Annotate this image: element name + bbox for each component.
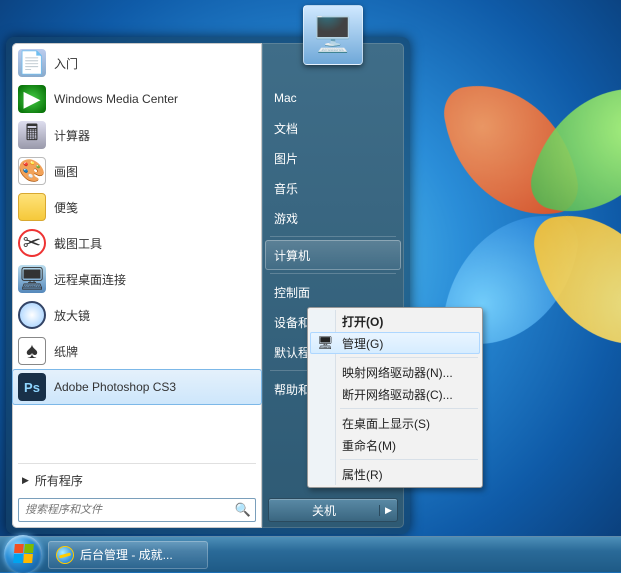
sticky-notes-icon xyxy=(18,193,46,221)
program-label: 远程桌面连接 xyxy=(54,271,126,288)
program-item-calculator[interactable]: 🖩 计算器 xyxy=(12,117,262,153)
ctx-properties[interactable]: 属性(R) xyxy=(310,463,480,485)
all-programs-label: 所有程序 xyxy=(35,472,83,489)
program-list: 📄 入门 ▶ Windows Media Center 🖩 计算器 🎨 画图 便… xyxy=(12,45,262,461)
ctx-manage[interactable]: 🖥 管理(G) xyxy=(310,332,480,354)
ie-icon xyxy=(56,546,74,564)
ctx-show-on-desktop[interactable]: 在桌面上显示(S) xyxy=(310,412,480,434)
program-label: 截图工具 xyxy=(54,235,102,252)
link-music[interactable]: 音乐 xyxy=(262,173,404,203)
taskbar-button-ie[interactable]: 后台管理 - 成就... xyxy=(48,541,208,569)
windows-flag-icon xyxy=(13,544,34,563)
user-picture[interactable]: 🖥️ xyxy=(303,5,363,65)
ctx-open[interactable]: 打开(O) xyxy=(310,310,480,332)
intro-icon: 📄 xyxy=(18,49,46,77)
program-label: Adobe Photoshop CS3 xyxy=(54,380,176,394)
program-item-photoshop[interactable]: Ps Adobe Photoshop CS3 xyxy=(12,369,262,405)
program-label: 放大镜 xyxy=(54,307,90,324)
separator xyxy=(340,408,478,409)
ctx-disconnect-drive[interactable]: 断开网络驱动器(C)... xyxy=(310,383,480,405)
program-item-paint[interactable]: 🎨 画图 xyxy=(12,153,262,189)
program-label: 计算器 xyxy=(54,127,90,144)
start-button[interactable] xyxy=(4,535,42,573)
link-pictures[interactable]: 图片 xyxy=(262,143,404,173)
solitaire-icon: ♠ xyxy=(18,337,46,365)
link-games[interactable]: 游戏 xyxy=(262,203,404,233)
program-label: 入门 xyxy=(54,55,78,72)
program-label: 纸牌 xyxy=(54,343,78,360)
separator xyxy=(270,273,396,274)
shutdown-label: 关机 xyxy=(269,502,379,519)
program-item-solitaire[interactable]: ♠ 纸牌 xyxy=(12,333,262,369)
calculator-icon: 🖩 xyxy=(18,121,46,149)
program-label: 便笺 xyxy=(54,199,78,216)
paint-icon: 🎨 xyxy=(18,157,46,185)
program-item-snipping-tool[interactable]: ✂ 截图工具 xyxy=(12,225,262,261)
link-control-panel[interactable]: 控制面 xyxy=(262,277,404,307)
taskbar[interactable]: 后台管理 - 成就... xyxy=(0,536,621,572)
context-menu: 打开(O) 🖥 管理(G) 映射网络驱动器(N)... 断开网络驱动器(C)..… xyxy=(307,307,483,488)
taskbar-button-label: 后台管理 - 成就... xyxy=(80,546,173,563)
chevron-right-icon: ▶ xyxy=(22,475,29,486)
program-item-remote-desktop[interactable]: 🖥 远程桌面连接 xyxy=(12,261,262,297)
photoshop-icon: Ps xyxy=(18,373,46,401)
manage-icon: 🖥 xyxy=(317,335,333,351)
program-item-sticky-notes[interactable]: 便笺 xyxy=(12,189,262,225)
link-mac[interactable]: Mac xyxy=(262,83,404,113)
shutdown-options-arrow[interactable]: ▶ xyxy=(379,505,397,516)
separator xyxy=(340,459,478,460)
divider xyxy=(18,463,256,464)
remote-desktop-icon: 🖥 xyxy=(18,265,46,293)
search-icon: 🔍 xyxy=(235,502,251,518)
program-label: Windows Media Center xyxy=(54,92,178,106)
wmc-icon: ▶ xyxy=(18,85,46,113)
all-programs-button[interactable]: ▶ 所有程序 xyxy=(12,466,262,494)
ctx-rename[interactable]: 重命名(M) xyxy=(310,434,480,456)
start-menu-left-pane: 📄 入门 ▶ Windows Media Center 🖩 计算器 🎨 画图 便… xyxy=(12,43,262,528)
ctx-map-drive[interactable]: 映射网络驱动器(N)... xyxy=(310,361,480,383)
scissors-icon: ✂ xyxy=(18,229,46,257)
separator xyxy=(340,357,478,358)
magnifier-icon xyxy=(18,301,46,329)
program-label: 画图 xyxy=(54,163,78,180)
shutdown-button[interactable]: 关机 ▶ xyxy=(268,498,398,522)
program-item-wmc[interactable]: ▶ Windows Media Center xyxy=(12,81,262,117)
link-computer[interactable]: 计算机 xyxy=(265,240,401,270)
program-item-intro[interactable]: 📄 入门 xyxy=(12,45,262,81)
program-item-magnifier[interactable]: 放大镜 xyxy=(12,297,262,333)
link-documents[interactable]: 文档 xyxy=(262,113,404,143)
search-input[interactable] xyxy=(18,498,256,522)
separator xyxy=(270,236,396,237)
